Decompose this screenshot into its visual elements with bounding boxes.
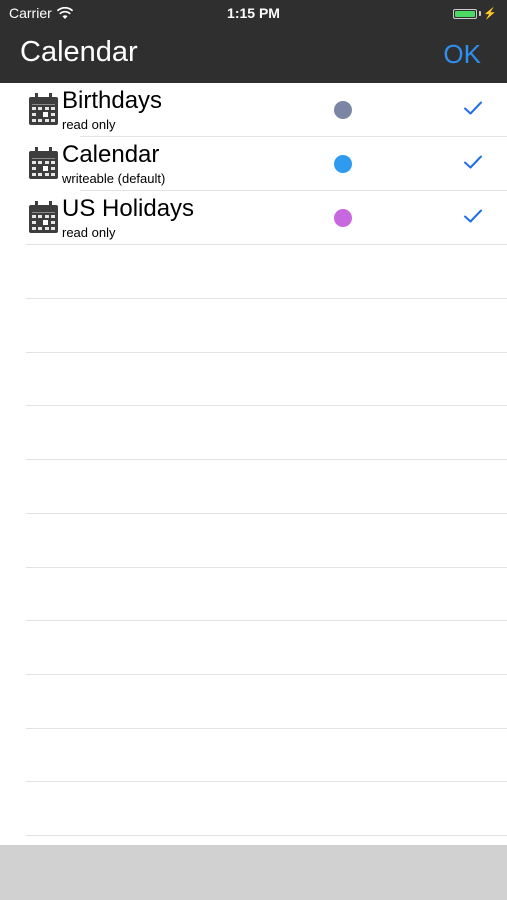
row-separator — [26, 244, 507, 245]
battery-icon — [453, 8, 478, 19]
calendar-row-birthdays[interactable]: Birthdays read only — [0, 83, 507, 137]
calendar-color-dot — [334, 209, 352, 227]
calendar-name: Birthdays — [62, 87, 163, 114]
bottom-toolbar — [0, 845, 507, 900]
row-separator — [26, 835, 507, 836]
calendar-row-us-holidays[interactable]: US Holidays read only — [0, 191, 507, 245]
row-separator — [26, 298, 507, 299]
checkmark-icon[interactable] — [463, 100, 483, 116]
calendar-access: writeable (default) — [62, 171, 166, 186]
calendar-color-dot — [334, 101, 352, 119]
navigation-bar: Calendar OK — [0, 26, 507, 83]
row-separator — [26, 352, 507, 353]
calendar-row-calendar[interactable]: Calendar writeable (default) — [0, 137, 507, 191]
calendar-list[interactable]: Birthdays read only Calendar writeable (… — [0, 83, 507, 845]
status-bar: Carrier 1:15 PM ⚡ — [0, 0, 507, 26]
battery-fill — [455, 10, 476, 17]
row-separator — [26, 459, 507, 460]
status-time: 1:15 PM — [227, 5, 280, 21]
row-separator — [26, 620, 507, 621]
calendar-color-dot — [334, 155, 352, 173]
charging-bolt-icon: ⚡ — [483, 8, 497, 20]
row-separator — [26, 674, 507, 675]
calendar-icon — [29, 93, 58, 125]
row-separator — [26, 513, 507, 514]
calendar-icon — [29, 147, 58, 179]
calendar-access: read only — [62, 225, 116, 240]
calendar-name: US Holidays — [62, 195, 195, 222]
calendar-name: Calendar — [62, 141, 160, 168]
page-title: Calendar — [20, 36, 138, 68]
row-separator — [26, 405, 507, 406]
battery-tip — [479, 11, 482, 16]
calendar-access: read only — [62, 117, 116, 132]
ok-button[interactable]: OK — [443, 39, 481, 70]
row-separator — [26, 728, 507, 729]
row-separator — [26, 781, 507, 782]
checkmark-icon[interactable] — [463, 208, 483, 224]
calendar-icon — [29, 201, 58, 233]
row-separator — [26, 567, 507, 568]
checkmark-icon[interactable] — [463, 154, 483, 170]
battery-indicator: ⚡ — [453, 7, 497, 20]
